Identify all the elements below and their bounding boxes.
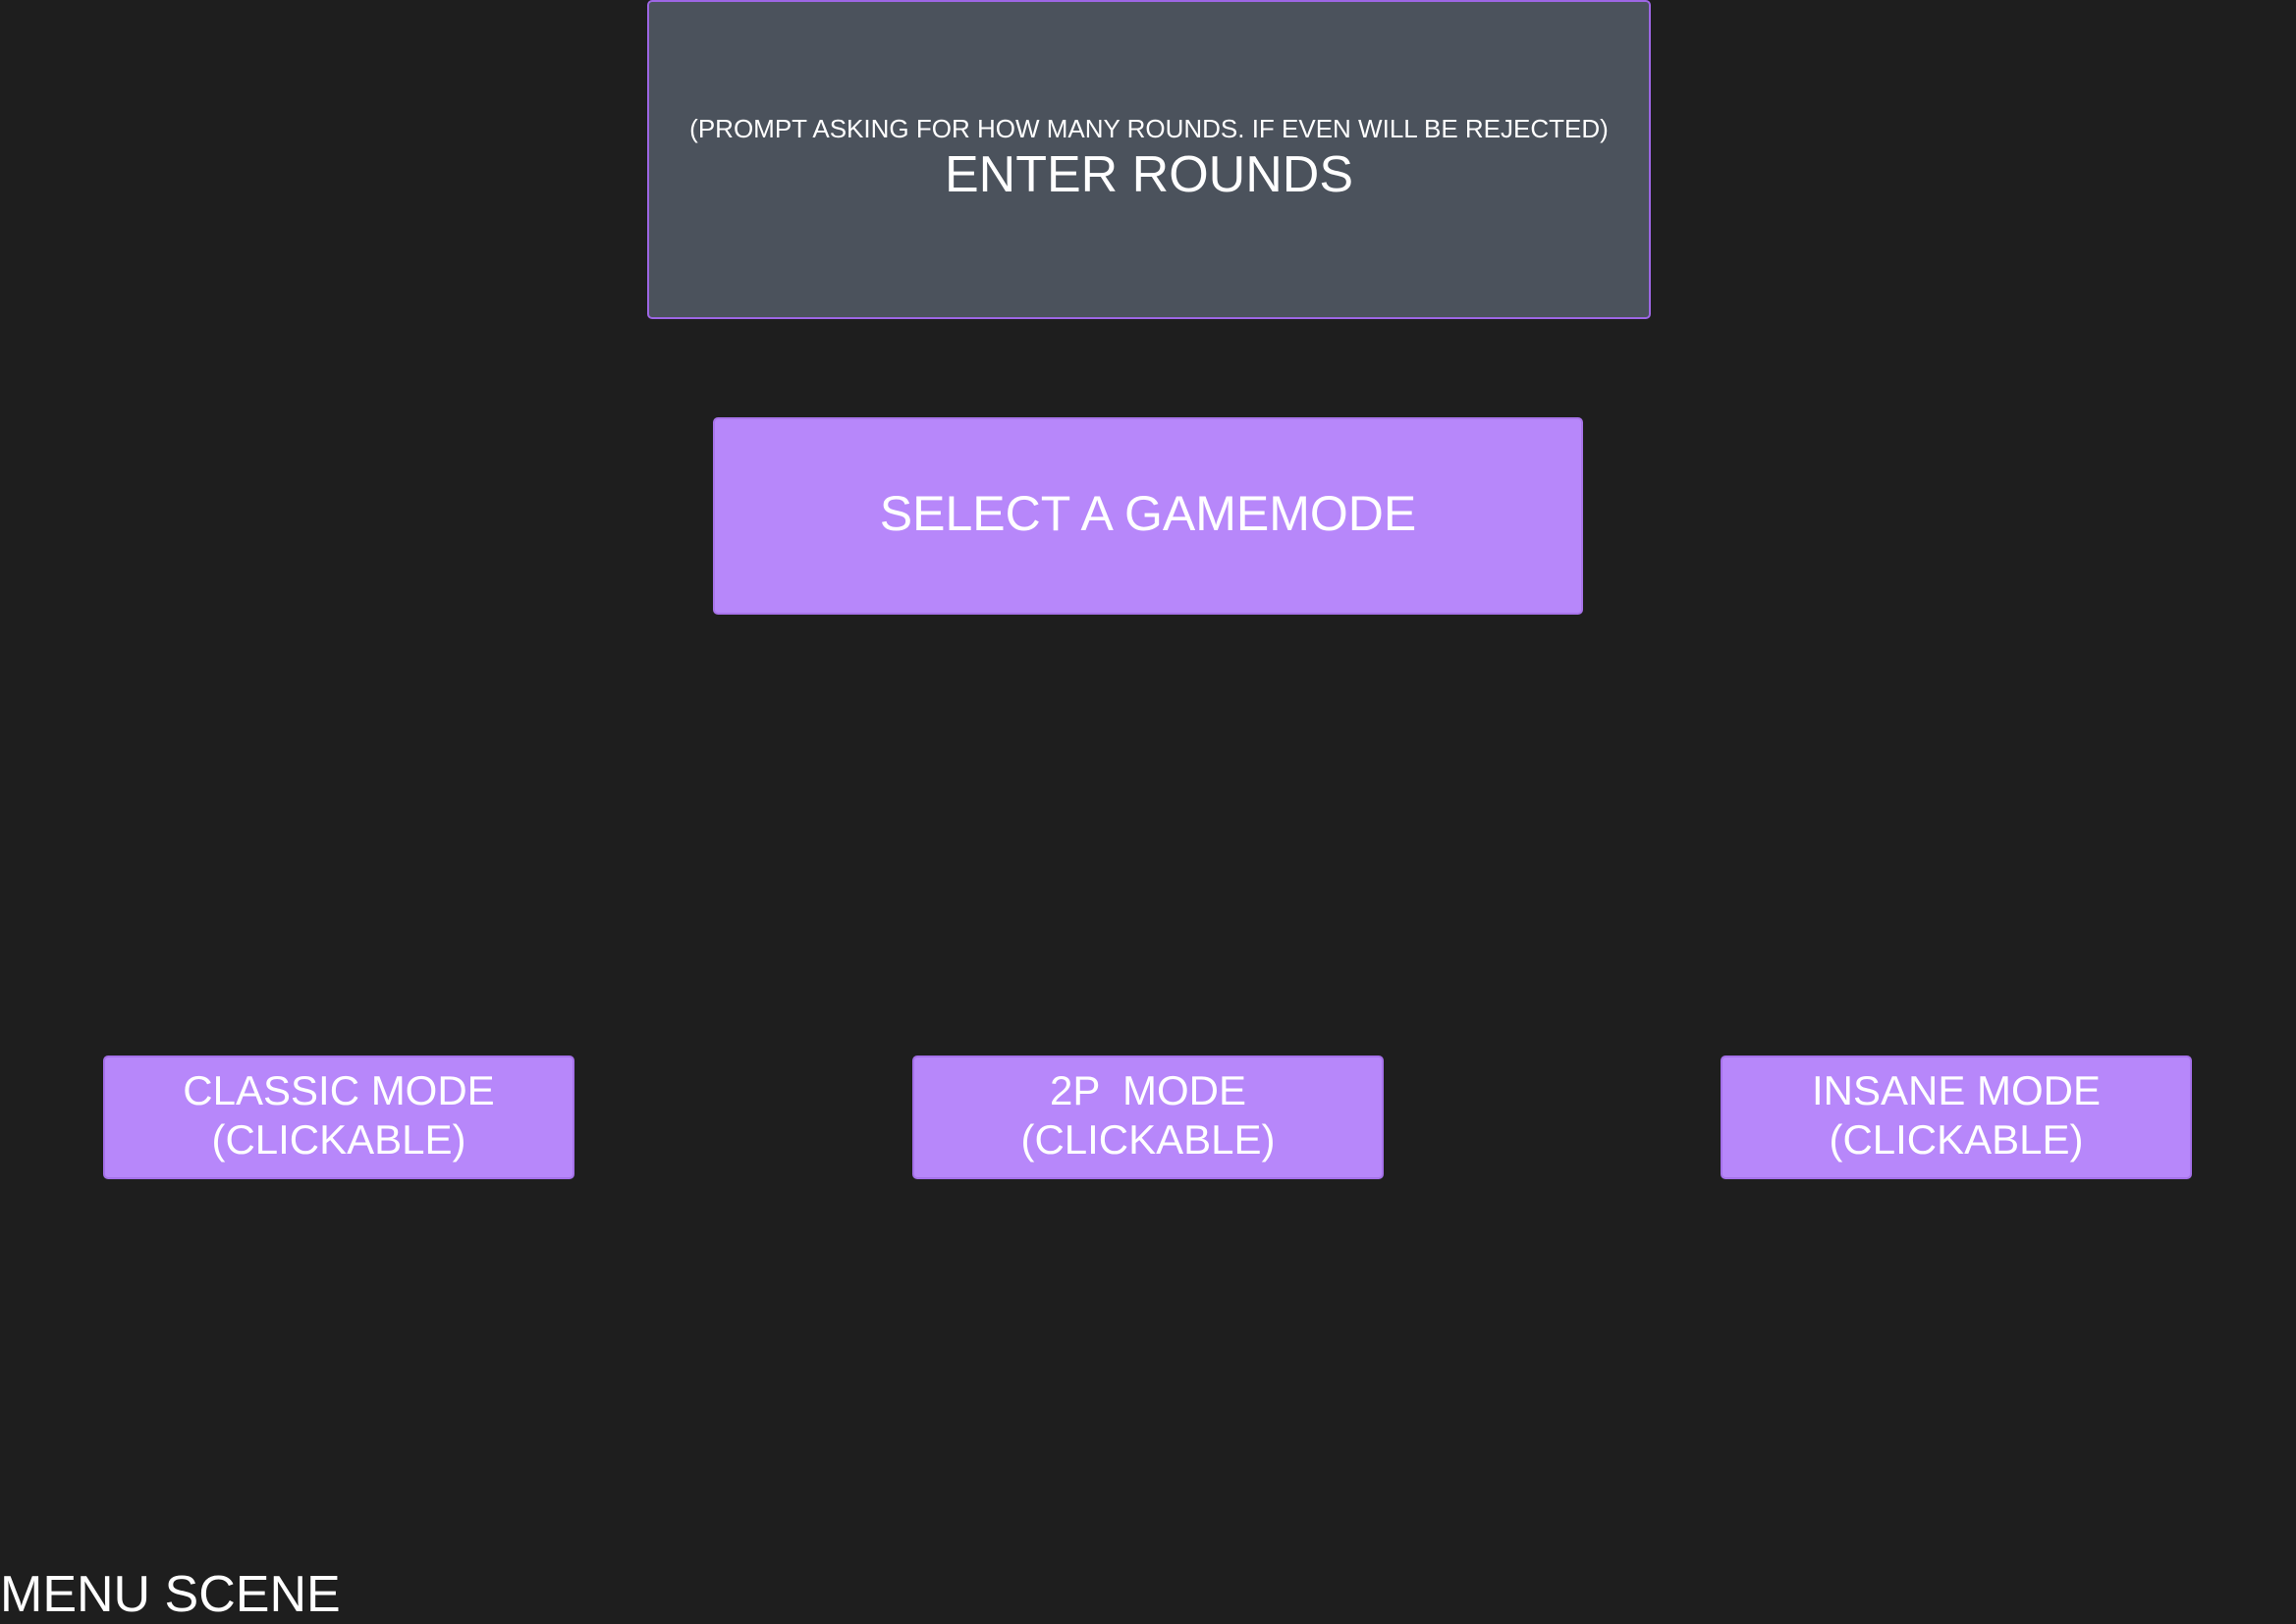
enter-rounds-prompt[interactable]: (PROMPT ASKING FOR HOW MANY ROUNDS. IF E…: [647, 0, 1651, 319]
select-gamemode-header: SELECT A GAMEMODE: [713, 417, 1583, 615]
2p-mode-button[interactable]: 2P MODE (CLICKABLE): [912, 1056, 1384, 1179]
rounds-prompt-title: ENTER ROUNDS: [944, 146, 1354, 203]
gamemode-title: SELECT A GAMEMODE: [879, 485, 1417, 541]
scene-label: MENU SCENE: [0, 1566, 341, 1623]
classic-mode-label: CLASSIC MODE (CLICKABLE): [183, 1067, 495, 1163]
classic-mode-button[interactable]: CLASSIC MODE (CLICKABLE): [103, 1056, 574, 1179]
rounds-prompt-note: (PROMPT ASKING FOR HOW MANY ROUNDS. IF E…: [689, 114, 1609, 143]
insane-mode-label: INSANE MODE (CLICKABLE): [1811, 1067, 2102, 1163]
2p-mode-label: 2P MODE (CLICKABLE): [1020, 1067, 1276, 1163]
insane-mode-button[interactable]: INSANE MODE (CLICKABLE): [1721, 1056, 2192, 1179]
